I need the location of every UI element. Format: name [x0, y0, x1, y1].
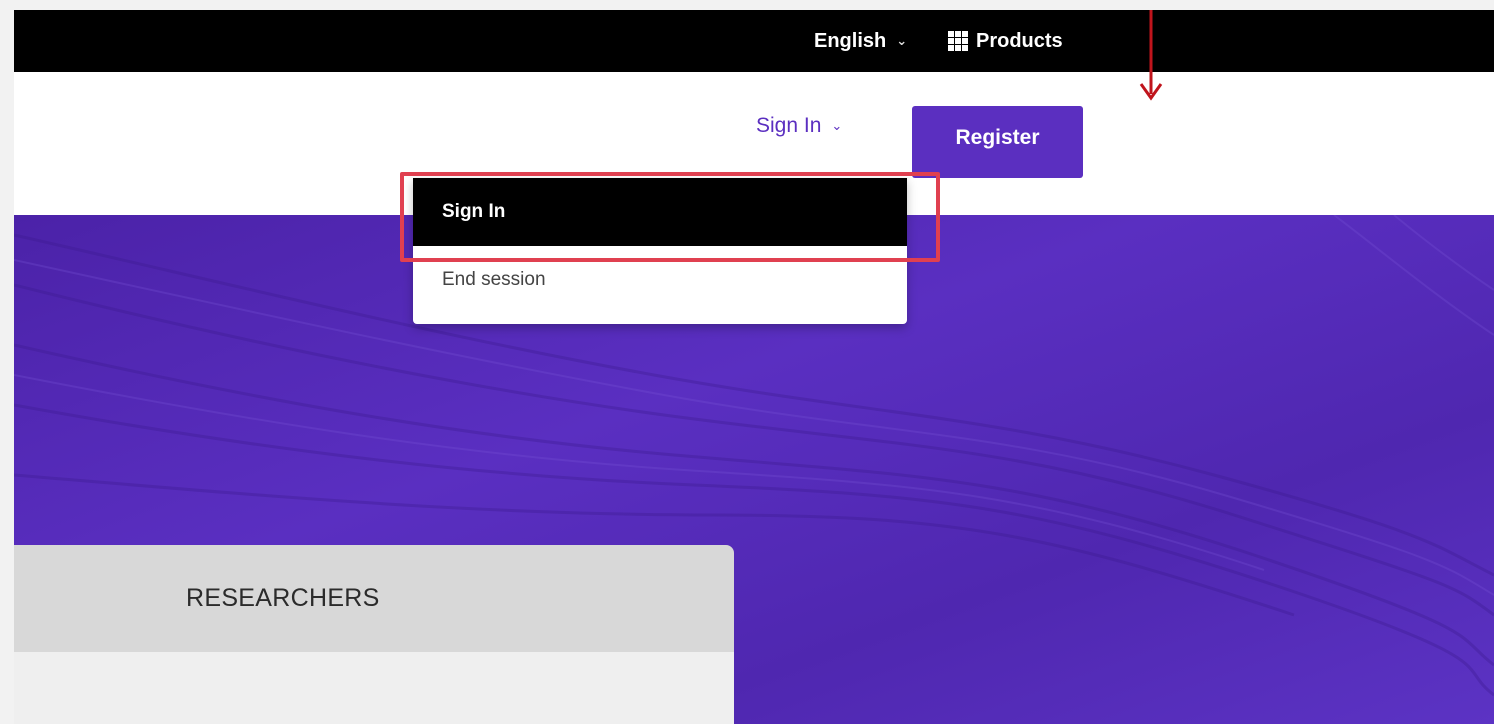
products-menu[interactable]: Products	[948, 10, 1063, 72]
utility-bar: English ⌄ Products	[14, 10, 1494, 72]
signin-label: Sign In	[756, 114, 822, 137]
researchers-card-body	[14, 652, 734, 724]
grid-icon	[948, 31, 968, 51]
language-label: English	[814, 29, 887, 52]
web-page: English ⌄ Products Sign In ⌄ Register RE…	[14, 10, 1494, 724]
menu-item-sign-in[interactable]: Sign In	[413, 178, 907, 246]
signin-menu-toggle[interactable]: Sign In ⌄	[756, 114, 842, 138]
menu-item-end-session[interactable]: End session	[413, 246, 907, 314]
products-label: Products	[976, 29, 1063, 52]
register-button[interactable]: Register	[912, 106, 1083, 178]
signin-dropdown: Sign In End session	[413, 178, 907, 324]
researchers-title: RESEARCHERS	[186, 584, 380, 612]
researchers-card: RESEARCHERS	[14, 545, 734, 724]
chevron-down-icon: ⌄	[831, 118, 843, 133]
chevron-down-icon: ⌄	[896, 33, 908, 48]
language-selector[interactable]: English ⌄	[814, 10, 907, 72]
researchers-tab[interactable]: RESEARCHERS	[14, 545, 734, 652]
screenshot-frame: English ⌄ Products Sign In ⌄ Register RE…	[0, 0, 1494, 724]
